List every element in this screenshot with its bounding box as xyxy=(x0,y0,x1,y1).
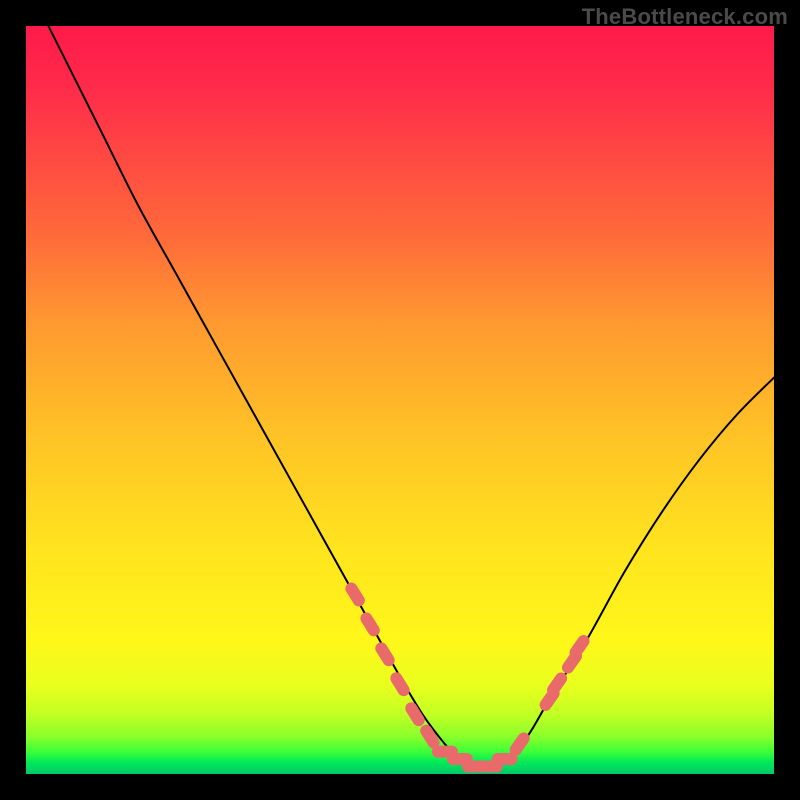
plot-area xyxy=(26,26,774,774)
marker-point xyxy=(388,670,412,698)
chart-frame: TheBottleneck.com xyxy=(0,0,800,800)
marker-group xyxy=(343,580,592,772)
bottleneck-curve xyxy=(48,26,774,767)
watermark-text: TheBottleneck.com xyxy=(582,4,788,30)
marker-point xyxy=(358,610,382,638)
chart-svg xyxy=(26,26,774,774)
marker-point xyxy=(343,580,367,608)
